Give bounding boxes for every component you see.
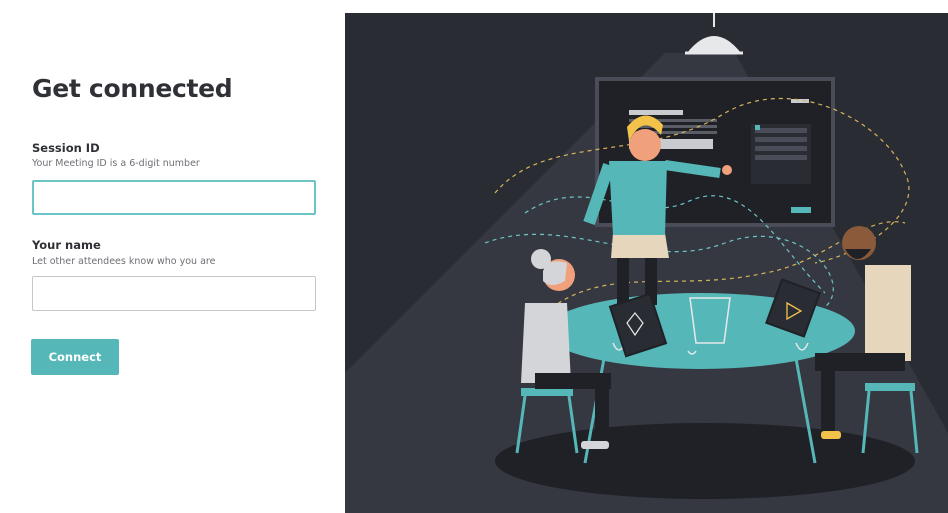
your-name-field-wrapper	[32, 276, 316, 311]
session-id-label: Session ID	[32, 141, 100, 155]
meeting-illustration	[345, 13, 948, 513]
connect-button[interactable]: Connect	[31, 339, 119, 375]
session-id-hint: Your Meeting ID is a 6-digit number	[32, 158, 200, 169]
connect-panel: Get connected Session ID Your Meeting ID…	[0, 0, 345, 513]
session-id-input[interactable]	[34, 182, 314, 213]
page-title: Get connected	[32, 74, 233, 103]
meeting-room-illustration	[345, 13, 948, 513]
session-id-field-wrapper	[32, 180, 316, 215]
your-name-label: Your name	[32, 238, 101, 252]
your-name-hint: Let other attendees know who you are	[32, 256, 216, 267]
your-name-input[interactable]	[33, 277, 315, 310]
